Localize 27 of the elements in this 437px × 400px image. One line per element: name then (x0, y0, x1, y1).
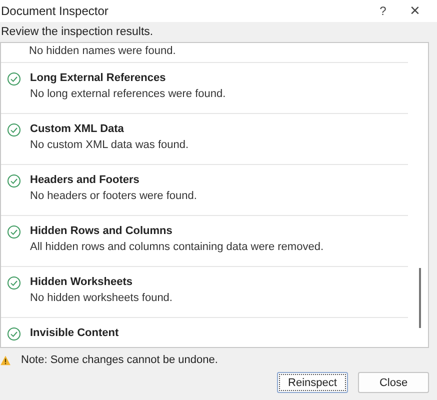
result-title: Hidden Worksheets (30, 276, 134, 288)
result-description: No hidden names were found. (29, 45, 176, 57)
scrollbar-thumb[interactable] (419, 268, 421, 328)
warning-icon (0, 354, 11, 366)
note-text: Note: Some changes cannot be undone. (21, 354, 218, 366)
check-circle-icon (7, 225, 21, 239)
result-title: Custom XML Data (30, 123, 125, 135)
check-circle-icon (7, 327, 21, 341)
result-title: Invisible Content (30, 327, 119, 339)
reinspect-button[interactable]: Reinspect (277, 372, 348, 393)
result-title: Long External References (30, 72, 167, 84)
check-circle-icon (7, 72, 21, 86)
result-description: No headers or footers were found. (30, 190, 197, 202)
result-description: No custom XML data was found. (30, 139, 189, 151)
result-title: Headers and Footers (30, 174, 140, 186)
result-description: No hidden worksheets found. (30, 292, 172, 304)
result-title: Hidden Rows and Columns (30, 225, 174, 237)
instruction-text: Review the inspection results. (1, 26, 154, 38)
check-circle-icon (7, 123, 21, 137)
check-circle-icon (7, 276, 21, 290)
result-description: No long external references were found. (30, 88, 226, 100)
help-button[interactable]: ? (367, 4, 399, 18)
result-description: All hidden rows and columns containing data were removed. (30, 241, 324, 253)
close-dialog-button[interactable]: Close (358, 372, 429, 393)
window-title: Document Inspector (1, 4, 110, 18)
close-button[interactable]: × (399, 1, 431, 21)
check-circle-icon (7, 174, 21, 188)
